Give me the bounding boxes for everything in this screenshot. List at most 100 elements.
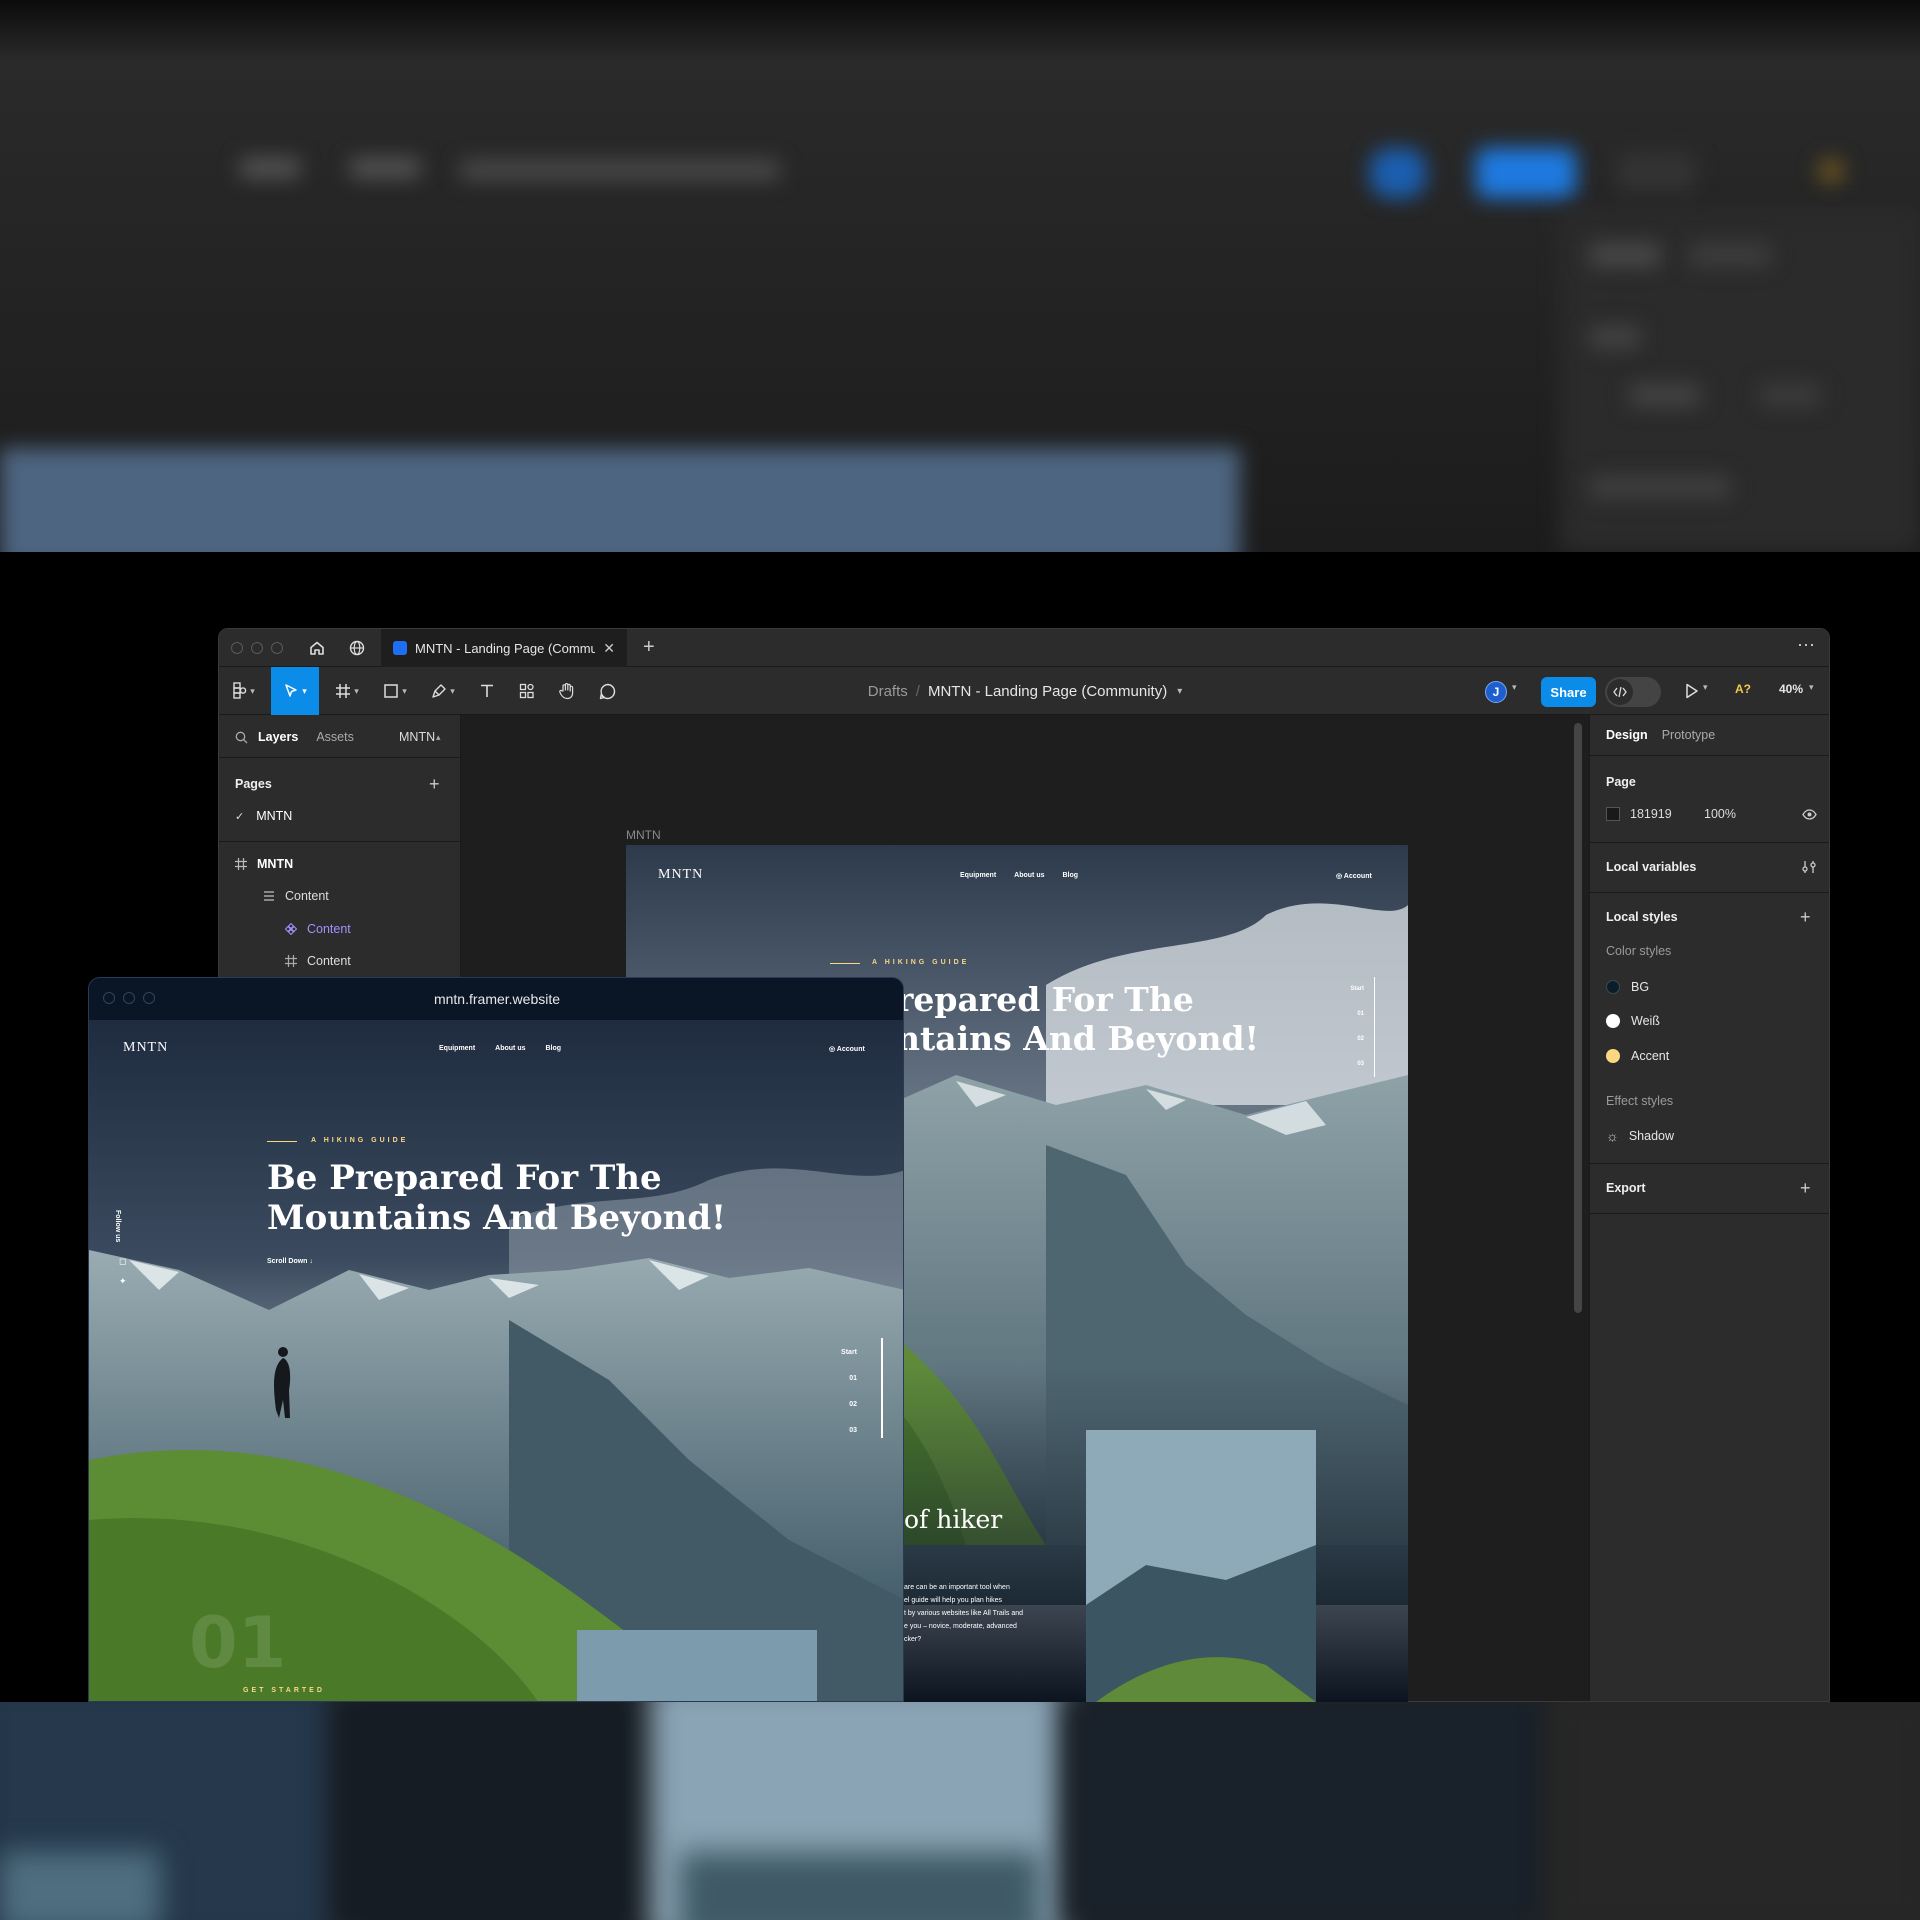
file-name[interactable]: MNTN - Landing Page (Community) xyxy=(928,683,1167,700)
site-nav: Equipment About us Blog xyxy=(960,872,1078,879)
add-page-icon[interactable]: + xyxy=(429,774,440,795)
page-item-mntn[interactable]: MNTN xyxy=(256,809,292,823)
frame-label[interactable]: MNTN xyxy=(626,828,661,842)
page-selector-chevron-icon[interactable]: ▴ xyxy=(436,732,441,743)
file-menu-chevron-icon[interactable]: ▾ xyxy=(1177,686,1182,697)
user-icon: ◎ xyxy=(1336,873,1344,880)
color-style-weiss[interactable]: Weiß xyxy=(1590,1006,1829,1036)
tab-layers[interactable]: Layers xyxy=(258,730,298,744)
site-tagline: A HIKING GUIDE xyxy=(872,959,970,966)
variables-icon[interactable] xyxy=(1802,860,1816,874)
color-style-bg[interactable]: BG xyxy=(1590,972,1829,1002)
hero-site-logo: MNTN xyxy=(123,1040,169,1055)
new-tab-icon[interactable]: + xyxy=(643,636,655,659)
effect-style-name: Shadow xyxy=(1628,1129,1675,1143)
section-body-line: cker? xyxy=(904,1636,922,1643)
page-color-value[interactable]: 181919 xyxy=(1630,807,1704,821)
hero-nav-about-us[interactable]: About us xyxy=(495,1045,525,1052)
avatar-chevron-icon[interactable]: ▾ xyxy=(1512,682,1517,693)
search-icon[interactable] xyxy=(235,731,248,744)
hero-slider-track xyxy=(881,1338,883,1438)
tab-prototype[interactable]: Prototype xyxy=(1662,728,1716,742)
browser-url[interactable]: mntn.framer.website xyxy=(434,991,560,1007)
add-export-icon[interactable]: + xyxy=(1800,1178,1811,1199)
tab-bar: MNTN - Landing Page (Community) ✕ + ⋯ xyxy=(219,629,1829,667)
eye-icon[interactable] xyxy=(1802,808,1817,820)
hero-heading: Be Prepared For The Mountains And Beyond… xyxy=(267,1158,726,1238)
color-swatch xyxy=(1606,980,1620,994)
browser-close-dot[interactable] xyxy=(103,992,115,1004)
more-menu-icon[interactable]: ⋯ xyxy=(1797,635,1816,656)
component-icon xyxy=(285,923,297,935)
color-style-name: Weiß xyxy=(1631,1014,1660,1028)
browser-minimize-dot[interactable] xyxy=(123,992,135,1004)
section-body-line: el guide will help you plan hikes xyxy=(904,1597,1003,1604)
slider-02[interactable]: 02 xyxy=(1344,1027,1364,1052)
close-tab-icon[interactable]: ✕ xyxy=(603,640,615,657)
site-account[interactable]: ◎ Account xyxy=(1336,872,1372,880)
share-button[interactable]: Share xyxy=(1541,677,1596,707)
toolbar: ▾ ▾ ▾ ▾ ▾ Drafts / MNTN - Landing Page (… xyxy=(219,667,1829,715)
frame-icon xyxy=(235,858,247,870)
instagram-icon[interactable]: ◻ xyxy=(119,1256,126,1267)
scroll-down-link[interactable]: Scroll Down ↓ xyxy=(267,1258,313,1265)
hero-slider: Start 01 02 03 xyxy=(837,1340,857,1444)
zoom-level[interactable]: 40% xyxy=(1779,682,1803,696)
tab-file[interactable]: MNTN - Landing Page (Community) ✕ xyxy=(381,629,627,667)
slider-03[interactable]: 03 xyxy=(1344,1052,1364,1077)
twitter-icon[interactable]: ✦ xyxy=(119,1276,127,1287)
layer-content[interactable]: Content xyxy=(285,889,329,903)
layer-mntn[interactable]: MNTN xyxy=(257,857,293,871)
color-style-accent[interactable]: Accent xyxy=(1590,1041,1829,1071)
window-zoom-dot[interactable] xyxy=(271,642,283,654)
page-heading: Page xyxy=(1606,775,1636,789)
nav-equipment[interactable]: Equipment xyxy=(960,872,996,879)
canvas-scrollbar[interactable] xyxy=(1574,723,1582,1313)
nav-blog[interactable]: Blog xyxy=(1063,872,1079,879)
user-icon: ◎ xyxy=(829,1046,837,1053)
browser-window: mntn.framer.website MNTN Equipment About… xyxy=(88,977,904,1702)
present-play-icon[interactable] xyxy=(1685,683,1699,699)
breadcrumb-drafts[interactable]: Drafts xyxy=(868,683,908,700)
hero-nav-equipment[interactable]: Equipment xyxy=(439,1045,475,1052)
present-chevron-icon[interactable]: ▾ xyxy=(1703,682,1708,693)
layer-content-component[interactable]: Content xyxy=(307,922,351,936)
hero-nav-blog[interactable]: Blog xyxy=(546,1045,562,1052)
page-color-swatch[interactable] xyxy=(1606,807,1620,821)
zoom-chevron-icon[interactable]: ▾ xyxy=(1809,682,1814,693)
window-minimize-dot[interactable] xyxy=(251,642,263,654)
missing-fonts-icon[interactable]: A? xyxy=(1735,682,1751,696)
slider-01[interactable]: 01 xyxy=(1344,1002,1364,1027)
globe-icon[interactable] xyxy=(349,640,365,656)
hero-site-account[interactable]: ◎ Account xyxy=(829,1045,865,1053)
hero-tagline: A HIKING GUIDE xyxy=(311,1137,409,1144)
hero-slider-01[interactable]: 01 xyxy=(837,1366,857,1392)
tab-assets[interactable]: Assets xyxy=(316,730,354,744)
section-body-line: t by various websites like All Trails an… xyxy=(904,1610,1024,1617)
page-opacity-value[interactable]: 100% xyxy=(1704,807,1736,821)
window-close-dot[interactable] xyxy=(231,642,243,654)
site-slider: Start 01 02 03 xyxy=(1344,977,1364,1077)
nav-about-us[interactable]: About us xyxy=(1014,872,1044,879)
add-style-icon[interactable]: + xyxy=(1800,907,1811,928)
page-selector[interactable]: MNTN xyxy=(399,730,435,744)
background-blurred-app xyxy=(0,0,1920,552)
breadcrumb-separator: / xyxy=(915,682,920,700)
dev-mode-toggle[interactable] xyxy=(1605,677,1661,707)
hero-slider-start[interactable]: Start xyxy=(837,1340,857,1366)
browser-address-bar[interactable]: mntn.framer.website xyxy=(89,978,903,1020)
local-styles-heading: Local styles xyxy=(1606,910,1678,924)
slider-start[interactable]: Start xyxy=(1344,977,1364,1002)
layer-content-frame[interactable]: Content xyxy=(307,954,351,968)
hero-slider-02[interactable]: 02 xyxy=(837,1392,857,1418)
hero-slider-03[interactable]: 03 xyxy=(837,1418,857,1444)
section-title: of hiker xyxy=(904,1505,1003,1534)
effect-style-shadow[interactable]: ☼ Shadow xyxy=(1590,1121,1829,1151)
tab-design[interactable]: Design xyxy=(1606,728,1648,742)
hero-line-2: ntains And Beyond! xyxy=(896,1018,1259,1058)
background-blurred-site xyxy=(0,1702,1920,1920)
avatar[interactable]: J xyxy=(1485,681,1507,703)
local-variables[interactable]: Local variables xyxy=(1606,860,1696,874)
browser-zoom-dot[interactable] xyxy=(143,992,155,1004)
home-icon[interactable] xyxy=(309,640,325,656)
